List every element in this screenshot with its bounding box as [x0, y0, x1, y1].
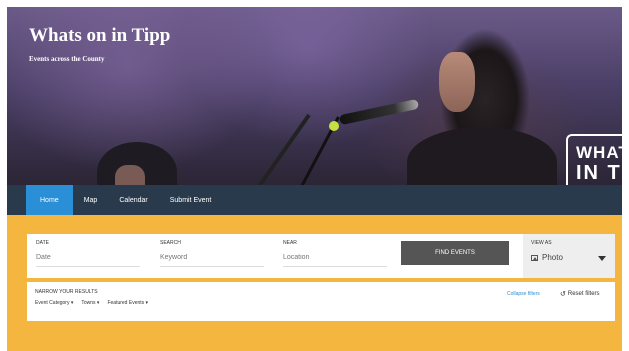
keyword-input[interactable]	[160, 254, 264, 267]
date-input[interactable]	[36, 254, 140, 267]
search-field: SEARCH	[160, 240, 264, 267]
reset-icon: ↺	[560, 291, 566, 298]
view-as-value: Photo	[542, 253, 563, 262]
logo-line-1: WHATS	[576, 143, 622, 162]
reset-filters-button[interactable]: ↺ Reset filters	[560, 290, 600, 298]
view-as-label: VIEW AS	[531, 240, 552, 246]
filter-event-category[interactable]: Event Category ▾	[35, 300, 73, 306]
filter-towns[interactable]: Towns ▾	[81, 300, 99, 306]
chevron-down-icon[interactable]	[598, 256, 606, 261]
main-nav: Home Map Calendar Submit Event	[7, 185, 622, 215]
filter-row: Event Category ▾ Towns ▾ Featured Events…	[35, 300, 148, 306]
logo-line-2: IN T	[576, 162, 622, 184]
narrow-results-title: NARROW YOUR RESULTS	[35, 289, 98, 295]
location-input[interactable]	[283, 254, 387, 267]
filter-panel: NARROW YOUR RESULTS Event Category ▾ Tow…	[27, 282, 615, 321]
microphone-image	[338, 98, 420, 126]
site-subtitle: Events across the County	[29, 55, 105, 63]
site-title[interactable]: Whats on in Tipp	[29, 25, 170, 47]
whats-on-logo[interactable]: WHATS IN T	[566, 134, 622, 185]
find-events-button[interactable]: FIND EVENTS	[401, 241, 509, 265]
nav-submit-event[interactable]: Submit Event	[159, 185, 223, 215]
filter-featured-events[interactable]: Featured Events ▾	[107, 300, 148, 306]
photo-icon	[531, 254, 538, 261]
date-field: DATE	[36, 240, 140, 267]
nav-calendar[interactable]: Calendar	[108, 185, 158, 215]
mic-clip-image	[329, 121, 339, 131]
nav-map[interactable]: Map	[73, 185, 109, 215]
search-section: DATE SEARCH NEAR FIND EVENTS VIEW AS Pho…	[7, 215, 622, 351]
nav-home[interactable]: Home	[26, 185, 73, 215]
audience-member-face	[115, 165, 145, 185]
near-label: NEAR	[283, 240, 297, 246]
reset-filters-label: Reset filters	[567, 291, 600, 297]
date-label: DATE	[36, 240, 49, 246]
view-as-dropdown[interactable]: VIEW AS Photo	[523, 234, 615, 278]
singer-face-image	[439, 52, 475, 112]
search-bar: DATE SEARCH NEAR FIND EVENTS	[27, 234, 524, 278]
near-field: NEAR	[283, 240, 387, 267]
collapse-filters-link[interactable]: Collapse filters	[507, 291, 540, 297]
search-label: SEARCH	[160, 240, 181, 246]
view-as-select[interactable]: Photo	[531, 253, 563, 262]
hero-banner: Whats on in Tipp Events across the Count…	[7, 7, 622, 185]
mic-stand-image	[255, 113, 311, 185]
